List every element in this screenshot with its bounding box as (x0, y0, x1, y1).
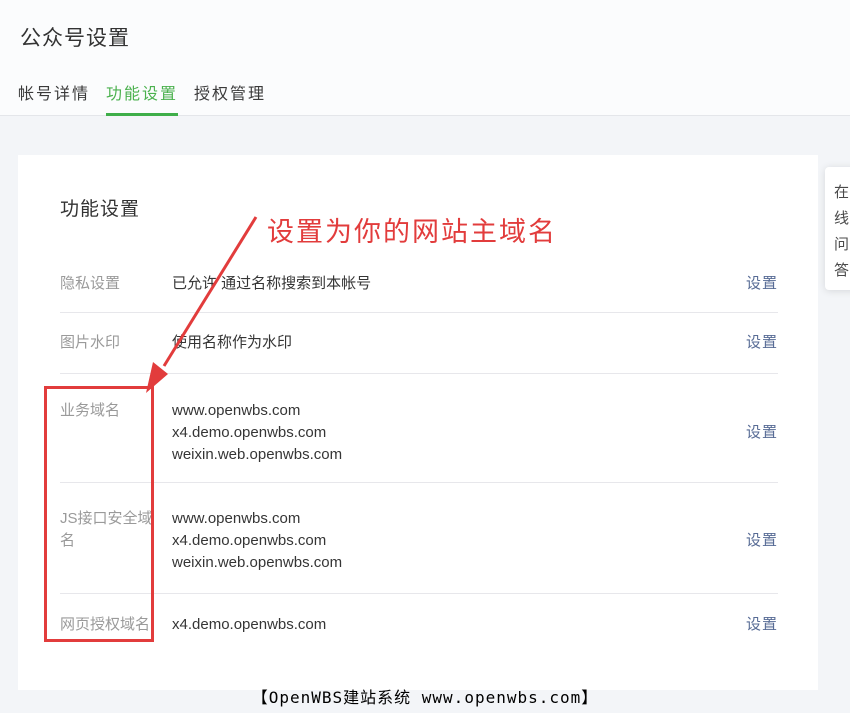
row-settings-link[interactable]: 设置 (746, 274, 778, 294)
row-value: x4.demo.openwbs.com (172, 530, 746, 552)
row-values: www.openwbs.comx4.demo.openwbs.comweixin… (172, 508, 746, 574)
row-value: weixin.web.openwbs.com (172, 444, 746, 466)
settings-rows: 隐私设置 已允许 通过名称搜索到本帐号 设置 图片水印 使用名称作为水印 设置 … (60, 261, 778, 636)
row-values: x4.demo.openwbs.com (172, 614, 746, 636)
page-header: 公众号设置 帐号详情功能设置授权管理 (0, 0, 850, 116)
row-settings-link[interactable]: 设置 (746, 615, 778, 635)
tab-3[interactable]: 授权管理 (194, 85, 266, 116)
tab-2[interactable]: 功能设置 (106, 85, 178, 116)
row-label: 图片水印 (60, 332, 156, 354)
row-value: x4.demo.openwbs.com (172, 614, 746, 636)
row-label: JS接口安全域名 (60, 508, 156, 552)
online-qa-widget[interactable]: 在线问答 (825, 167, 850, 290)
online-qa-char: 答 (834, 258, 850, 284)
page: 公众号设置 帐号详情功能设置授权管理 功能设置 隐私设置 已允许 通过名称搜索到… (0, 0, 850, 713)
row-value: www.openwbs.com (172, 400, 746, 422)
row-settings-link[interactable]: 设置 (746, 423, 778, 443)
online-qa-char: 线 (834, 206, 850, 232)
row-value: 已允许 通过名称搜索到本帐号 (172, 273, 746, 295)
row-value: weixin.web.openwbs.com (172, 552, 746, 574)
settings-row: JS接口安全域名 www.openwbs.comx4.demo.openwbs.… (60, 483, 778, 594)
row-values: 已允许 通过名称搜索到本帐号 (172, 273, 746, 295)
tab-bar: 帐号详情功能设置授权管理 (18, 85, 282, 116)
tab-1[interactable]: 帐号详情 (18, 85, 90, 116)
row-label: 业务域名 (60, 400, 156, 422)
row-label: 网页授权域名 (60, 614, 156, 636)
row-value: x4.demo.openwbs.com (172, 422, 746, 444)
page-title: 公众号设置 (20, 22, 130, 52)
row-values: www.openwbs.comx4.demo.openwbs.comweixin… (172, 400, 746, 466)
annotation-text: 设置为你的网站主域名 (267, 210, 557, 249)
online-qa-char: 问 (834, 232, 850, 258)
settings-row: 隐私设置 已允许 通过名称搜索到本帐号 设置 (60, 261, 778, 313)
footer-banner: 【OpenWBS建站系统 www.openwbs.com】 (0, 684, 850, 708)
row-value: www.openwbs.com (172, 508, 746, 530)
settings-row: 图片水印 使用名称作为水印 设置 (60, 313, 778, 374)
settings-row: 业务域名 www.openwbs.comx4.demo.openwbs.comw… (60, 374, 778, 483)
settings-row: 网页授权域名 x4.demo.openwbs.com 设置 (60, 594, 778, 636)
row-settings-link[interactable]: 设置 (746, 531, 778, 551)
row-label: 隐私设置 (60, 273, 156, 295)
row-value: 使用名称作为水印 (172, 332, 746, 354)
row-settings-link[interactable]: 设置 (746, 333, 778, 353)
online-qa-char: 在 (834, 180, 850, 206)
row-values: 使用名称作为水印 (172, 332, 746, 354)
